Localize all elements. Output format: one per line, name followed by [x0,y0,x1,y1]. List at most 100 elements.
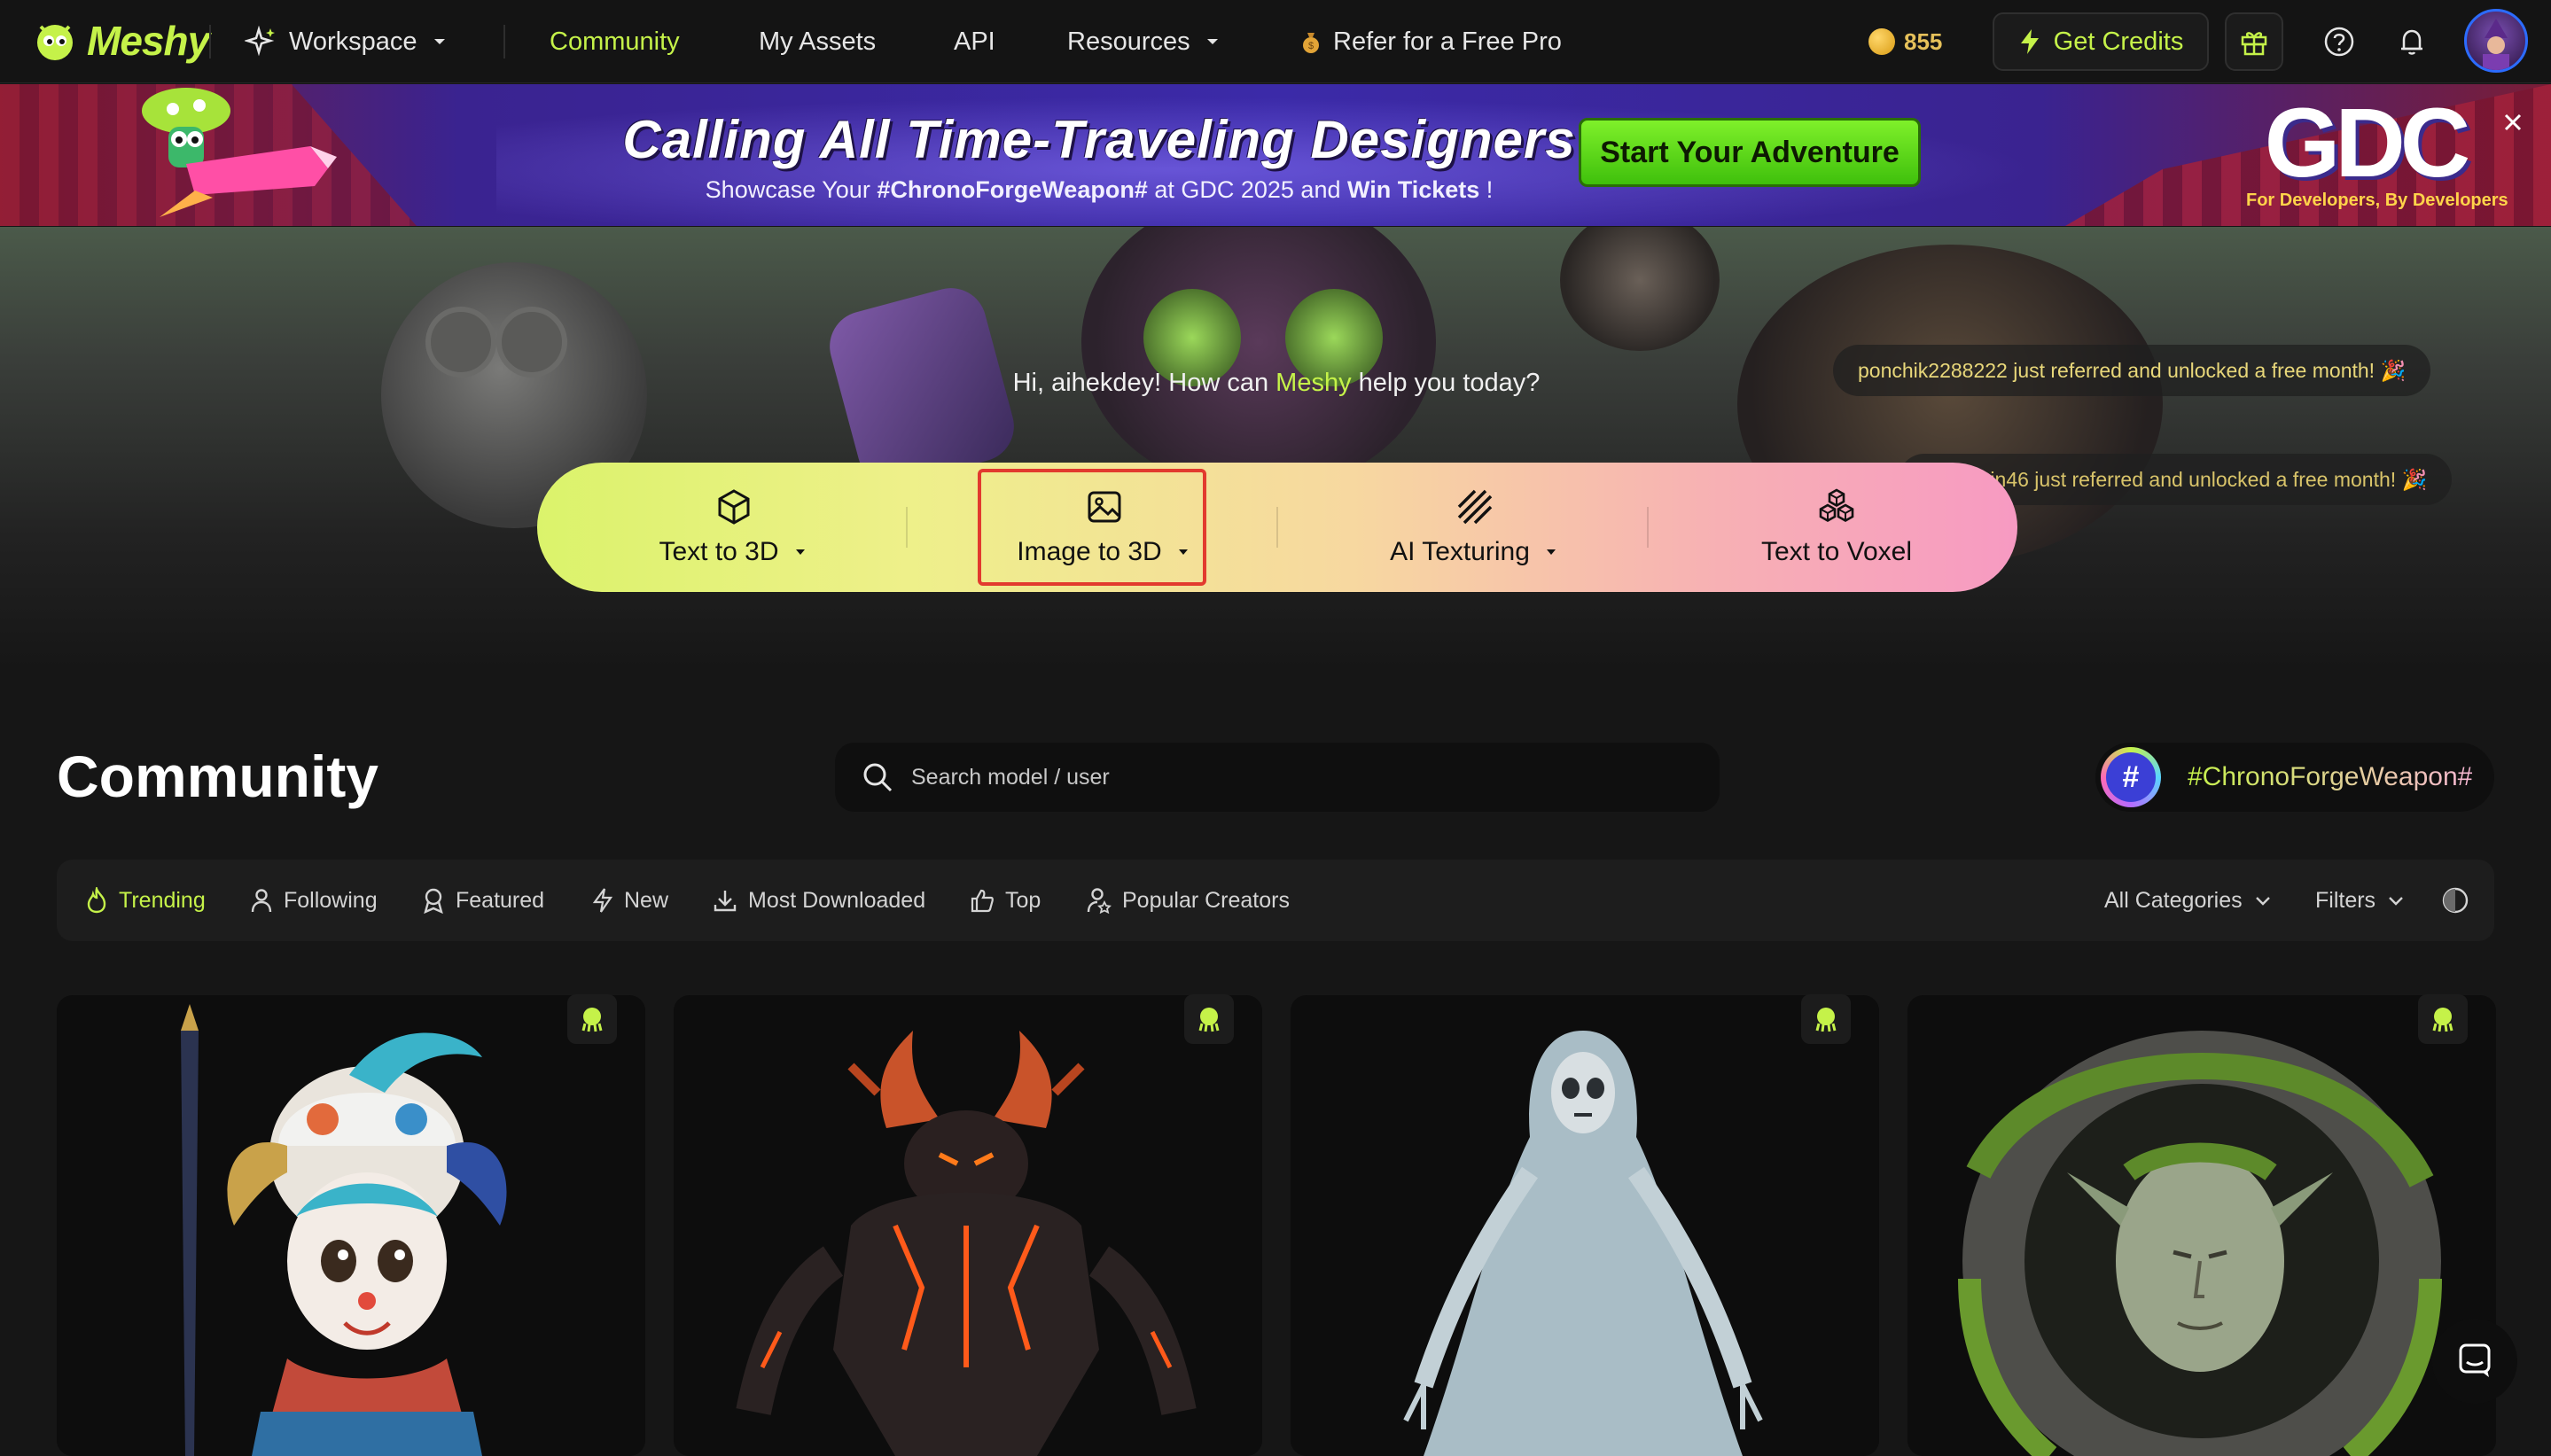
get-credits-button[interactable]: Get Credits [1993,12,2209,71]
chevron-down-icon [2255,897,2270,906]
tool-ai-texturing[interactable]: AI Texturing [1307,463,1643,592]
stone-elf-relief-thumbnail [1907,995,2496,1456]
filter-trending[interactable]: Trending [85,860,206,941]
model-card[interactable] [1907,995,2496,1456]
caret-down-icon [433,39,445,44]
filter-popular-creators[interactable]: Popular Creators [1087,860,1290,941]
get-credits-label: Get Credits [2053,27,2184,56]
nav-divider [503,25,505,58]
nav-divider [209,25,211,58]
mascot-badge-icon [581,1008,603,1032]
start-adventure-button[interactable]: Start Your Adventure [1579,118,1921,187]
caret-down-icon [1178,549,1188,555]
nav-workspace[interactable]: Workspace [245,0,449,83]
nav-my-assets-label: My Assets [759,27,877,56]
tool-image-to-3d[interactable]: Image to 3D [936,463,1273,592]
caret-down-icon [1546,549,1556,555]
notifications-button[interactable] [2383,12,2441,71]
gdc-logo: GDC [2264,88,2470,198]
category-dropdown[interactable]: All Categories [2104,860,2273,941]
search-bar[interactable] [835,743,1720,812]
banner-hashtag: #ChronoForgeWeapon# [877,176,1148,203]
nav-resources-label: Resources [1067,27,1190,56]
ghost-wraith-thumbnail [1291,995,1879,1456]
creator-badge[interactable] [1801,994,1851,1044]
tool-divider [906,507,908,548]
image-icon [1088,491,1121,523]
close-icon[interactable] [2498,107,2528,137]
filter-featured[interactable]: Featured [422,860,544,941]
hashtag-challenge-pill[interactable]: # #ChronoForgeWeapon# [2095,743,2494,812]
mascot-badge-icon [2432,1008,2453,1032]
alien-head-decoration [1081,227,1436,493]
hashtag-text: #ChronoForgeWeapon# [2188,762,2473,791]
creator-badge[interactable] [2418,994,2468,1044]
mascot-badge-icon [1815,1008,1837,1032]
thumbs-up-icon [971,889,994,913]
help-button[interactable] [2310,12,2368,71]
tool-divider [1647,507,1649,548]
gdc-tagline: For Developers, By Developers [2246,191,2508,210]
meshy-mascot-icon [37,25,73,60]
user-avatar[interactable] [2464,9,2528,73]
nav-refer-label: Refer for a Free Pro [1333,27,1562,56]
banner-title: Calling All Time-Traveling Designers [622,110,1576,169]
nav-workspace-label: Workspace [289,27,417,56]
filter-new[interactable]: New [592,860,668,941]
user-icon [251,889,272,913]
chat-support-button[interactable] [2432,1319,2517,1404]
sphere-icon [2442,887,2469,914]
voxel-cubes-icon [1819,488,1854,522]
filter-top[interactable]: Top [970,860,1041,941]
filter-label: Trending [119,887,206,913]
search-icon [863,763,893,792]
nav-resources[interactable]: Resources [1067,0,1222,83]
tool-text-to-voxel[interactable]: Text to Voxel [1668,463,2005,592]
filter-most-downloaded[interactable]: Most Downloaded [713,860,925,941]
nav-api[interactable]: API [954,0,995,83]
banner-win: Win Tickets [1346,176,1480,203]
banner-subtitle: Showcase Your #ChronoForgeWeapon# at GDC… [620,176,1578,204]
creation-tool-bar: Text to 3D Image to 3D AI Texturing Text… [537,463,2017,592]
model-card[interactable] [1291,995,1879,1456]
nav-refer[interactable]: $ Refer for a Free Pro [1301,0,1562,83]
lightning-icon [2020,29,2039,54]
creator-badge[interactable] [1184,994,1234,1044]
mascot-badge-icon [1198,1008,1220,1032]
search-input[interactable] [911,764,1691,790]
model-card[interactable] [57,995,645,1456]
meshy-logo[interactable]: Meshy [32,14,210,67]
nav-community[interactable]: Community [550,0,680,83]
promo-banner: Calling All Time-Traveling Designers Sho… [0,84,2551,226]
gift-button[interactable] [2225,12,2283,71]
filters-dropdown[interactable]: Filters [2315,860,2406,941]
nav-community-label: Community [550,27,680,56]
model-card[interactable] [674,995,1262,1456]
chat-icon [2459,1343,2491,1377]
banner-sub-suffix: ! [1479,176,1494,203]
greeting-brand: Meshy [1276,369,1352,397]
filter-label: Featured [456,887,545,913]
filter-label: Top [1005,887,1041,913]
category-label: All Categories [2104,887,2243,913]
tool-label: Image to 3D [1017,537,1162,566]
nav-my-assets[interactable]: My Assets [759,0,876,83]
filter-bar: Trending Following Featured New Most Dow… [57,860,2494,941]
filter-label: New [624,887,669,913]
creator-badge[interactable] [567,994,617,1044]
money-bag-icon: $ [1303,33,1319,53]
view-toggle[interactable] [2441,860,2469,941]
caret-down-icon [1206,39,1218,44]
award-icon [424,888,443,914]
tool-text-to-3d[interactable]: Text to 3D [566,463,902,592]
bell-icon [2401,29,2422,55]
nav-api-label: API [954,27,995,56]
filters-label: Filters [2315,887,2376,913]
robot-eye-decoration [425,307,496,378]
lightning-icon [592,888,613,913]
gift-icon [2241,32,2267,56]
tool-label: Text to 3D [659,537,779,566]
mushroom-decoration [1560,227,1720,351]
clown-jester-thumbnail [57,995,645,1456]
filter-following[interactable]: Following [250,860,378,941]
